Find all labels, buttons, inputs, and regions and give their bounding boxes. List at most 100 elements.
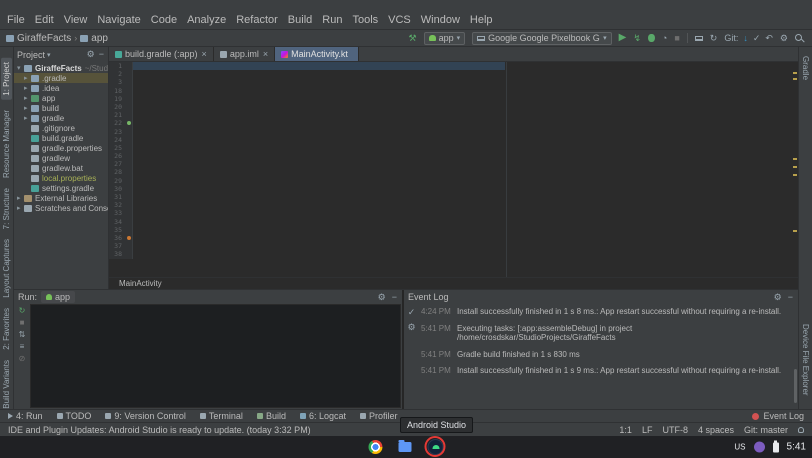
breadcrumb-module[interactable]: app [91,33,108,44]
hide-panel-icon[interactable]: − [391,293,398,302]
tree-item[interactable]: ▸ External Libraries [14,193,108,203]
profile-icon[interactable]: ◔ [662,34,667,43]
tree-item[interactable]: .gitignore [14,123,108,133]
tree-item[interactable]: ▸ build [14,103,108,113]
editor-tab[interactable]: build.gradle (:app) × [109,47,214,61]
warning-mark[interactable] [793,166,797,168]
run-config-dropdown[interactable]: app ▾ [424,32,466,45]
tool-window-button[interactable]: 7: Structure [2,188,11,229]
apply-changes-icon[interactable]: ↯ [633,34,641,43]
tool-window-button[interactable]: Build Variants [2,360,11,409]
run-button[interactable]: ▶ [619,33,627,43]
menu-item[interactable]: Edit [30,13,59,27]
event-log-button[interactable]: Event Log [752,411,804,421]
event-log-settings-icon[interactable]: ⚙ [406,323,416,332]
tool-window-button[interactable]: Gradle [801,56,810,80]
system-tray[interactable]: US 5:41 [734,442,806,453]
menu-item[interactable]: Analyze [182,13,231,27]
keyboard-layout-badge[interactable]: US [734,443,745,452]
tree-chevron-icon[interactable]: ▸ [24,74,31,82]
git-rollback-icon[interactable]: ↶ [765,34,773,43]
editor-tab[interactable]: app.iml × [214,47,275,61]
tree-chevron-icon[interactable]: ▸ [24,104,31,112]
status-item[interactable]: UTF-8 [662,425,688,435]
close-tab-icon[interactable]: × [202,49,207,59]
menu-item[interactable]: Help [465,13,498,27]
stop-icon[interactable]: ■ [674,34,679,43]
run-tool-icon[interactable]: ⊘ [19,355,26,363]
tree-chevron-icon[interactable]: ▸ [17,204,24,212]
status-item[interactable]: LF [642,425,653,435]
menu-item[interactable]: Build [283,13,317,27]
warning-mark[interactable] [793,174,797,176]
tool-window-button[interactable]: Device File Explorer [801,324,810,396]
tool-window-button[interactable]: Terminal [200,411,243,421]
tree-item[interactable]: ▸ app [14,93,108,103]
tool-window-button[interactable]: Resource Manager [2,110,11,178]
settings-gear-icon[interactable]: ⚙ [780,34,788,43]
tool-window-button[interactable]: TODO [57,411,92,421]
clock[interactable]: 5:41 [787,442,806,453]
scrollbar[interactable] [794,369,797,403]
tool-window-button[interactable]: Layout Captures [2,239,11,298]
warning-mark[interactable] [793,72,797,74]
menu-item[interactable]: Refactor [231,13,283,27]
run-console[interactable] [30,304,401,408]
tool-window-button[interactable]: 4: Run [8,411,43,421]
menu-item[interactable]: Code [146,13,182,27]
settings-gear-icon[interactable]: ⚙ [377,293,387,302]
git-commit-icon[interactable]: ✓ [753,34,761,43]
settings-gear-icon[interactable]: ⚙ [773,293,783,302]
tree-chevron-icon[interactable]: ▸ [24,114,31,122]
tool-window-button[interactable]: 9: Version Control [105,411,186,421]
tree-item[interactable]: gradlew [14,153,108,163]
tree-item[interactable]: gradle.properties [14,143,108,153]
tool-window-button[interactable]: 1: Project [1,58,12,100]
tree-item[interactable]: ▸ .idea [14,83,108,93]
avatar[interactable] [754,442,765,453]
mark-read-icon[interactable]: ✓ [407,308,417,317]
status-item[interactable]: 4 spaces [698,425,734,435]
tool-window-button[interactable]: Build [257,411,286,421]
breadcrumb-project[interactable]: GiraffeFacts [17,33,71,44]
menu-item[interactable]: Navigate [92,13,145,27]
sync-gradle-icon[interactable]: ↻ [710,34,718,43]
android-studio-icon[interactable] [428,439,444,455]
tree-item[interactable]: local.properties [14,173,108,183]
editor-tab[interactable]: MainActivity.kt [275,47,359,61]
chrome-icon[interactable] [369,440,383,454]
tree-chevron-icon[interactable]: ▸ [24,94,31,102]
run-tool-icon[interactable]: ■ [20,319,25,327]
run-tool-icon[interactable]: ≡ [20,343,25,351]
settings-gear-icon[interactable]: ⚙ [86,50,96,59]
tool-window-button[interactable]: Profiler [360,411,398,421]
status-item[interactable]: Git: master [744,425,788,435]
device-manager-icon[interactable] [695,36,703,41]
tree-item[interactable]: ▸ Scratches and Consoles [14,203,108,213]
tree-chevron-icon[interactable]: ▾ [17,64,24,72]
code-area[interactable]: 1 package com.naranjaconsal.giraffefacts… [109,62,798,277]
build-hammer-icon[interactable]: ⚒ [409,34,417,43]
run-tool-icon[interactable]: ⇅ [19,331,26,339]
search-icon[interactable] [795,34,804,43]
menu-item[interactable]: Window [416,13,465,27]
notification-bell-icon[interactable] [798,427,804,433]
menu-item[interactable]: Run [317,13,347,27]
hide-panel-icon[interactable]: − [98,50,105,59]
git-update-icon[interactable]: ↓ [743,34,748,43]
tool-window-button[interactable]: 2: Favorites [2,308,11,350]
tree-chevron-icon[interactable]: ▸ [24,84,31,92]
tree-item[interactable]: ▾ GiraffeFacts ~/StudioProjects/GiraffeF… [14,63,108,73]
close-tab-icon[interactable]: × [263,49,268,59]
project-view-selector[interactable]: Project [17,50,45,60]
tree-item[interactable]: build.gradle [14,133,108,143]
tool-window-button[interactable]: 6: Logcat [300,411,346,421]
status-message[interactable]: IDE and Plugin Updates: Android Studio i… [8,425,311,435]
menu-item[interactable]: File [2,13,30,27]
tree-item[interactable]: settings.gradle [14,183,108,193]
warning-mark[interactable] [793,78,797,80]
status-item[interactable]: 1:1 [619,425,632,435]
run-tool-icon[interactable]: ↻ [19,307,26,315]
tree-item[interactable]: ▸ .gradle [14,73,108,83]
breadcrumb-class[interactable]: MainActivity [119,279,162,288]
